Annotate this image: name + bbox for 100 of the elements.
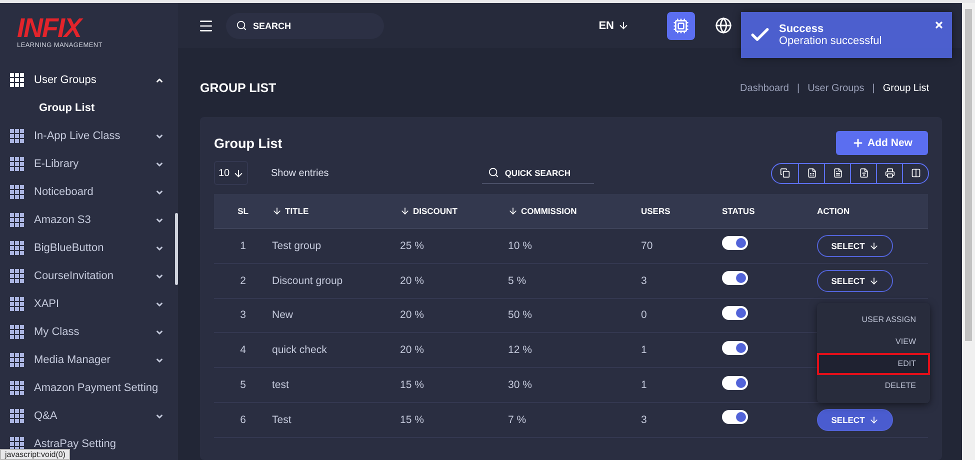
page-size-select[interactable]: 10 [214, 161, 248, 185]
status-toggle[interactable] [722, 306, 748, 320]
breadcrumb-link[interactable]: Group List [882, 82, 929, 94]
chip-button[interactable] [667, 12, 695, 40]
sidebar-item[interactable]: Noticeboard [0, 184, 178, 200]
chip-icon [673, 18, 689, 34]
table-cell-text: 50 % [508, 309, 533, 322]
caret-icon[interactable] [155, 356, 164, 364]
grid-icon [10, 353, 24, 367]
logo: INFIX [17, 15, 82, 42]
page-title: GROUP LIST [200, 81, 276, 95]
status-toggle[interactable] [722, 376, 748, 390]
printer-icon [884, 168, 894, 178]
caret-icon[interactable] [155, 188, 164, 196]
sidebar-item[interactable]: Q&A [0, 408, 178, 424]
spreadsheet-icon [806, 168, 816, 178]
scrollbar[interactable] [175, 213, 178, 285]
sidebar-item[interactable]: User Groups [0, 72, 178, 88]
table-cell-text: 0 [641, 309, 648, 322]
add-new-button[interactable]: Add New [836, 131, 928, 155]
grid-icon [10, 185, 24, 199]
breadcrumb-link[interactable]: User Groups [808, 82, 864, 94]
table-cell-text: 1 [641, 344, 648, 356]
table-cell-text: 5 % [508, 274, 528, 287]
arrow-down-icon [868, 276, 879, 286]
status-toggle[interactable] [722, 236, 748, 250]
table-cell-text: New [272, 309, 294, 322]
sidebar-item[interactable]: My Class [0, 324, 178, 340]
sidebar-item[interactable]: In-App Live Class [0, 128, 178, 144]
menu-item[interactable]: USER ASSIGN [817, 308, 930, 331]
grid-icon [10, 269, 24, 283]
grid-icon [10, 157, 24, 171]
scrollbar[interactable] [962, 3, 975, 460]
toast-message: Operation successful [779, 35, 882, 47]
table-cell-text: 12 % [508, 344, 533, 356]
breadcrumb-separator: | [796, 82, 800, 94]
sidebar-item[interactable]: Amazon S3 [0, 212, 178, 228]
sidebar-item[interactable]: Amazon Payment Setting [0, 380, 178, 396]
language-selector[interactable]: EN [598, 20, 629, 32]
caret-icon[interactable] [155, 412, 164, 420]
table-cell-text: 70 [641, 240, 654, 252]
table-cell-text: Test group [272, 240, 322, 252]
caret-icon[interactable] [155, 272, 164, 280]
breadcrumb-link[interactable]: Dashboard [740, 82, 789, 94]
grid-icon [10, 325, 24, 339]
caret-icon[interactable] [155, 244, 164, 252]
table-cell-text: 2 [239, 274, 247, 287]
table-cell-text: 30 % [508, 379, 533, 392]
globe-icon[interactable] [715, 17, 732, 34]
sidebar-item[interactable]: E-Library [0, 156, 178, 172]
menu-item[interactable]: DELETE [817, 374, 930, 397]
select-button[interactable]: SELECT [817, 270, 893, 292]
search-field[interactable]: SEARCH [226, 12, 384, 38]
breadcrumb-separator: | [872, 82, 875, 94]
status-toggle[interactable] [722, 340, 748, 355]
column-header[interactable]: TITLE [272, 206, 400, 216]
table-cell-text: 3 [641, 414, 648, 426]
card-title: Group List [214, 136, 282, 150]
column-header[interactable]: STATUS [722, 206, 817, 216]
caret-icon[interactable] [155, 160, 164, 168]
column-header[interactable]: USERS [641, 206, 722, 216]
caret-icon[interactable] [155, 132, 164, 140]
caret-icon[interactable] [155, 300, 164, 308]
arrow-down-icon [232, 168, 244, 178]
table-cell-text: 5 [239, 379, 247, 392]
table-cell-text: 15 % [400, 379, 425, 392]
caret-icon[interactable] [155, 328, 164, 336]
sidebar-item[interactable]: XAPI [0, 296, 178, 312]
status-bar: javascript:void(0) [0, 449, 70, 460]
menu-icon[interactable] [198, 18, 214, 34]
caret-icon[interactable] [155, 216, 164, 224]
copy-icon [780, 168, 790, 178]
close-icon[interactable] [934, 20, 944, 30]
file-icon [858, 168, 868, 178]
grid-icon [10, 129, 24, 143]
sidebar-item[interactable]: CourseInvitation [0, 268, 178, 284]
table-cell-text: 1 [239, 240, 247, 252]
sidebar-subitem[interactable]: Group List [0, 94, 178, 122]
column-header[interactable]: SL [214, 206, 272, 216]
column-header[interactable]: DISCOUNT [400, 206, 508, 216]
column-header[interactable]: ACTION [817, 206, 928, 216]
show-entries-label: Show entries [271, 168, 329, 178]
caret-icon[interactable] [155, 76, 164, 84]
status-toggle[interactable] [722, 410, 748, 424]
columns-icon [910, 168, 920, 178]
table-cell-text: 6 [239, 414, 247, 426]
select-button[interactable]: SELECT [817, 234, 893, 257]
search-icon [488, 167, 499, 178]
table-cell-text: 10 % [508, 240, 533, 252]
table-cell-text: 3 [239, 309, 247, 322]
quick-search-field[interactable]: QUICK SEARCH [482, 162, 594, 184]
sidebar-item[interactable]: BigBlueButton [0, 240, 178, 256]
grid-icon [10, 73, 24, 87]
status-toggle[interactable] [722, 271, 748, 286]
menu-item[interactable]: VIEW [817, 330, 930, 353]
table-cell-text: Discount group [272, 274, 344, 287]
menu-item[interactable]: EDIT [817, 352, 930, 375]
select-button[interactable]: SELECT [817, 408, 893, 431]
sidebar-item[interactable]: Media Manager [0, 352, 178, 368]
column-header[interactable]: COMMISSION [508, 206, 641, 216]
